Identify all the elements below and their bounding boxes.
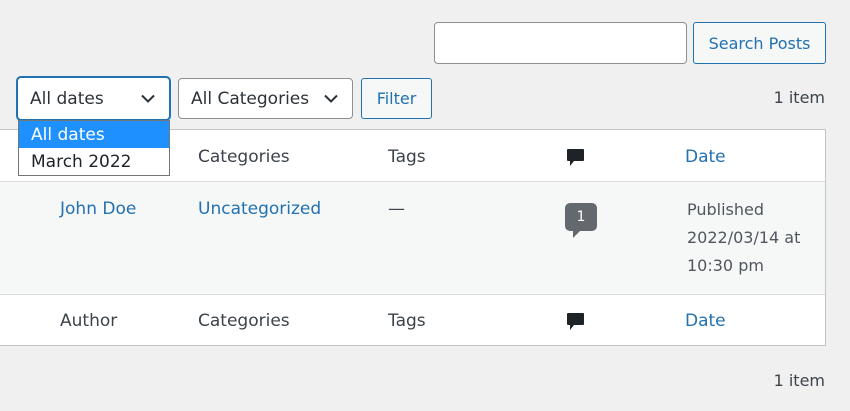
- category-filter-value: All Categories: [191, 88, 310, 109]
- post-time: 10:30 pm: [687, 256, 764, 275]
- column-footer-categories: Categories: [198, 311, 290, 331]
- column-footer-tags: Tags: [388, 311, 426, 331]
- comment-count: 1: [576, 209, 586, 225]
- table-row: John Doe Uncategorized — 1 Published 202…: [0, 182, 825, 294]
- row-divider: [0, 294, 825, 295]
- post-tags-value: —: [388, 199, 405, 219]
- filter-button[interactable]: Filter: [361, 78, 432, 119]
- chevron-down-icon: [141, 94, 155, 103]
- date-filter-value: All dates: [30, 88, 104, 109]
- comment-count-badge[interactable]: 1: [565, 203, 597, 238]
- item-count-top: 1 item: [773, 88, 825, 107]
- search-posts-label: Search Posts: [708, 33, 811, 53]
- item-count-bottom: 1 item: [773, 371, 825, 390]
- date-option-all-dates[interactable]: All dates: [19, 121, 169, 148]
- column-header-tags: Tags: [388, 147, 426, 167]
- column-header-categories: Categories: [198, 147, 290, 167]
- date-filter-select[interactable]: All dates: [17, 77, 170, 120]
- search-input[interactable]: [434, 22, 687, 64]
- column-footer-author: Author: [60, 311, 118, 331]
- filter-label: Filter: [376, 89, 417, 108]
- chevron-down-icon: [324, 94, 338, 103]
- comment-bubble-icon[interactable]: [566, 148, 585, 168]
- post-status: Published: [687, 200, 765, 219]
- column-header-date[interactable]: Date: [685, 147, 726, 167]
- search-posts-button[interactable]: Search Posts: [693, 22, 826, 64]
- date-option-march-2022[interactable]: March 2022: [19, 148, 169, 175]
- comment-bubble-icon[interactable]: [566, 312, 585, 332]
- category-filter-select[interactable]: All Categories: [178, 78, 353, 119]
- date-filter-dropdown: All dates March 2022: [18, 120, 170, 176]
- post-category-link[interactable]: Uncategorized: [198, 199, 321, 219]
- post-date-cell: Published 2022/03/14 at 10:30 pm: [687, 196, 800, 280]
- post-author-link[interactable]: John Doe: [60, 199, 136, 219]
- column-footer-date[interactable]: Date: [685, 311, 726, 331]
- post-date: 2022/03/14 at: [687, 228, 801, 247]
